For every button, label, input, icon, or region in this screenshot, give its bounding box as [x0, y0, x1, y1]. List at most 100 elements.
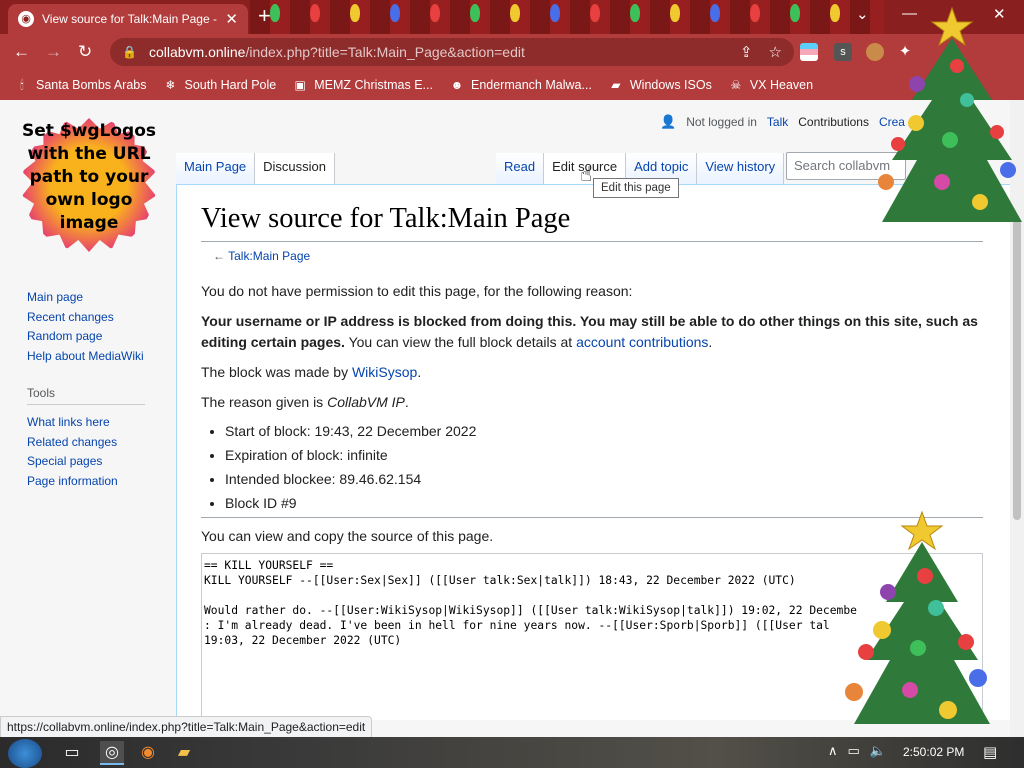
- sidebar-item-related-changes[interactable]: Related changes: [27, 433, 167, 453]
- light-bulb-icon: [550, 4, 560, 22]
- bookmark-item[interactable]: ▰ Windows ISOs: [608, 77, 712, 93]
- tab-discussion[interactable]: Discussion: [255, 153, 336, 184]
- bookmark-label: South Hard Pole: [184, 78, 277, 92]
- status-bar-url: https://collabvm.online/index.php?title=…: [0, 716, 373, 738]
- clock[interactable]: 2:50:02 PM: [903, 745, 964, 759]
- block-maker: The block was made by WikiSysop.: [201, 362, 991, 383]
- light-bulb-icon: [510, 4, 520, 22]
- sidebar-item-what-links-here[interactable]: What links here: [27, 413, 167, 433]
- list-item: Intended blockee: 89.46.62.154: [225, 467, 476, 491]
- snowflake-icon: ❄: [165, 78, 176, 92]
- light-bulb-icon: [790, 4, 800, 22]
- sidebar-item-page-information[interactable]: Page information: [27, 472, 167, 492]
- block-notice-end: .: [708, 334, 713, 350]
- light-bulb-icon: [590, 4, 600, 22]
- forward-button[interactable]: →: [45, 42, 62, 62]
- sidebar-item-random-page[interactable]: Random page: [27, 327, 167, 347]
- block-reason: The reason given is CollabVM IP.: [201, 392, 991, 413]
- bookmark-item[interactable]: ☻ Endermanch Malwa...: [449, 77, 592, 93]
- address-bar[interactable]: 🔒 collabvm.online/index.php?title=Talk:M…: [110, 38, 794, 66]
- list-item: Block ID #9: [225, 491, 476, 515]
- bookmark-label: Windows ISOs: [629, 78, 712, 92]
- sidebar-item-main-page[interactable]: Main page: [27, 288, 167, 308]
- notification-icon[interactable]: ▤: [983, 743, 997, 761]
- windows-taskbar: ▭ ◎ ◉ ▰ ∧ ▭ 🔈 2:50:02 PM ▤: [0, 737, 1024, 768]
- sidebar-item-help[interactable]: Help about MediaWiki: [27, 347, 167, 367]
- network-icon[interactable]: ▭: [848, 743, 860, 759]
- raccoon-icon: ☻: [450, 78, 464, 92]
- back-arrow-icon: ←: [213, 249, 225, 263]
- light-bulb-icon: [470, 4, 480, 22]
- window-icon: ▣: [294, 78, 306, 92]
- logo-placeholder-text[interactable]: Set $wgLogos with the URL path to your o…: [22, 120, 156, 235]
- block-details-list: Start of block: 19:43, 22 December 2022 …: [211, 419, 476, 515]
- bookmark-label: MEMZ Christmas E...: [314, 78, 433, 92]
- back-button[interactable]: ←: [13, 42, 30, 62]
- tools-heading: Tools: [27, 386, 145, 405]
- reload-button[interactable]: ↻: [78, 42, 92, 62]
- account-contributions-link[interactable]: account contributions: [576, 334, 708, 350]
- light-bulb-icon: [630, 4, 640, 22]
- talk-link[interactable]: Talk: [767, 115, 788, 129]
- bookmark-item[interactable]: 🕯 Santa Bombs Arabs: [14, 77, 146, 93]
- backlink-talk-main-page[interactable]: Talk:Main Page: [228, 249, 310, 263]
- skull-icon: ☠: [730, 78, 742, 92]
- bookmark-star-icon[interactable]: ☆: [769, 43, 782, 61]
- christmas-lights-decoration: [250, 0, 884, 34]
- sidebar-item-special-pages[interactable]: Special pages: [27, 452, 167, 472]
- not-logged-in-label: Not logged in: [686, 115, 757, 129]
- light-bulb-icon: [350, 4, 360, 22]
- backlink: ← Talk:Main Page: [213, 249, 310, 263]
- tray-chevron-icon[interactable]: ∧: [828, 743, 838, 759]
- light-bulb-icon: [310, 4, 320, 22]
- user-icon: 👤: [660, 114, 677, 129]
- heading-divider: [201, 241, 983, 242]
- tab-title: View source for Talk:Main Page -: [42, 12, 217, 26]
- light-bulb-icon: [670, 4, 680, 22]
- start-button[interactable]: [8, 739, 42, 768]
- light-bulb-icon: [390, 4, 400, 22]
- file-explorer-icon[interactable]: ▰: [172, 741, 196, 765]
- lock-icon[interactable]: 🔒: [122, 45, 137, 59]
- task-view-icon[interactable]: ▭: [60, 741, 84, 765]
- tab-main-page[interactable]: Main Page: [176, 153, 256, 184]
- christmas-tree-bottom-icon: [845, 510, 990, 724]
- bookmark-label: Santa Bombs Arabs: [36, 78, 147, 92]
- candle-icon: 🕯: [20, 78, 24, 92]
- sidebar-item-recent-changes[interactable]: Recent changes: [27, 308, 167, 328]
- tab-read[interactable]: Read: [496, 153, 545, 184]
- wiki-favicon-icon: ◉: [18, 11, 34, 27]
- light-bulb-icon: [270, 4, 280, 22]
- s-extension-icon[interactable]: s: [834, 43, 852, 61]
- namespace-tabs: Main Page Discussion: [176, 153, 336, 184]
- system-tray: ∧ ▭ 🔈: [828, 743, 886, 759]
- light-bulb-icon: [830, 4, 840, 22]
- chrome-taskbar-icon[interactable]: ◎: [100, 741, 124, 765]
- bookmark-label: Endermanch Malwa...: [470, 78, 592, 92]
- list-item: Expiration of block: infinite: [225, 443, 476, 467]
- block-reason-end: .: [404, 394, 409, 410]
- light-bulb-icon: [710, 4, 720, 22]
- block-maker-text: The block was made by: [201, 364, 352, 380]
- volume-icon[interactable]: 🔈: [870, 743, 886, 759]
- bookmark-item[interactable]: ▣ MEMZ Christmas E...: [292, 77, 433, 93]
- bookmark-item[interactable]: ☠ VX Heaven: [728, 77, 813, 93]
- wikisysop-link[interactable]: WikiSysop: [352, 364, 417, 380]
- firefox-taskbar-icon[interactable]: ◉: [136, 741, 160, 765]
- share-icon[interactable]: ⇪: [740, 43, 753, 61]
- close-tab-icon[interactable]: ✕: [225, 10, 238, 28]
- bookmark-item[interactable]: ❄ South Hard Pole: [162, 77, 276, 93]
- tab-view-history[interactable]: View history: [697, 153, 785, 184]
- christmas-tree-top-icon: [878, 6, 1022, 222]
- bookmark-label: VX Heaven: [749, 78, 814, 92]
- list-item: Start of block: 19:43, 22 December 2022: [225, 419, 476, 443]
- browser-tab-active[interactable]: ◉ View source for Talk:Main Page - ✕: [8, 4, 248, 34]
- permission-message: You do not have permission to edit this …: [201, 283, 633, 299]
- scrollbar-thumb[interactable]: [1013, 220, 1021, 520]
- new-tab-button[interactable]: +: [258, 5, 271, 27]
- url-host: collabvm.online: [148, 44, 246, 60]
- light-bulb-icon: [430, 4, 440, 22]
- flag-extension-icon[interactable]: [800, 43, 818, 61]
- contributions-link[interactable]: Contributions: [798, 115, 869, 129]
- block-reason-value: CollabVM IP: [327, 394, 405, 410]
